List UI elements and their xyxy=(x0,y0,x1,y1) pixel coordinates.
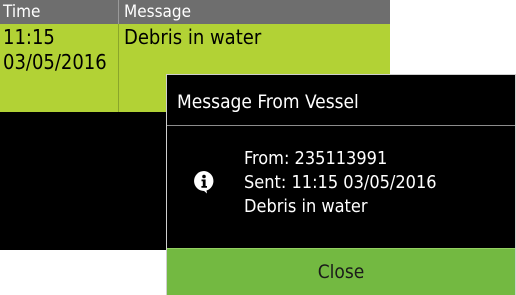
row-time: 11:15 xyxy=(3,25,55,49)
dialog-sent: Sent: 11:15 03/05/2016 xyxy=(244,172,437,193)
row-message: Debris in water xyxy=(124,25,262,49)
info-icon xyxy=(193,170,215,194)
column-divider xyxy=(118,24,119,112)
row-date: 03/05/2016 xyxy=(3,50,107,74)
dialog-message-text: Debris in water xyxy=(244,196,368,217)
message-dialog: Message From Vessel From: 235113991 Sent… xyxy=(166,74,516,295)
close-button[interactable]: Close xyxy=(167,248,515,295)
list-header: Time Message xyxy=(0,0,390,24)
dialog-title: Message From Vessel xyxy=(177,91,359,113)
column-divider xyxy=(118,0,119,24)
dialog-from: From: 235113991 xyxy=(244,148,388,169)
column-header-message[interactable]: Message xyxy=(124,0,191,24)
column-header-time[interactable]: Time xyxy=(3,0,40,24)
dialog-divider xyxy=(167,125,515,126)
